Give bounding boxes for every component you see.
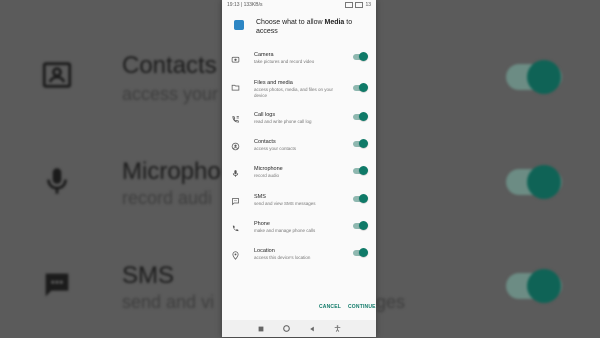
triangle-back-icon [309, 326, 314, 331]
location-icon [232, 251, 239, 260]
bg-subtitle-fragment: ges [376, 292, 406, 312]
permission-desc: access your contacts [254, 146, 297, 151]
permission-name: Phone [254, 221, 270, 227]
status-time: 19:13 [227, 2, 240, 8]
toggle-knob [359, 248, 368, 257]
status-time-speed: 19:13 | 133KB/s [227, 2, 263, 8]
status-speed: 133KB/s [243, 2, 263, 8]
wifi-icon [355, 2, 364, 8]
permission-desc: access photos, media, and files on your … [254, 87, 334, 98]
toggle-knob [359, 52, 368, 61]
signal-icon [345, 2, 354, 8]
bg-subtitle: access your [122, 84, 219, 104]
permission-name: Camera [254, 52, 274, 58]
permission-desc: make and manage phone calls [254, 228, 316, 233]
bg-subtitle: record audi [122, 188, 213, 208]
contacts-icon [42, 62, 72, 88]
permission-row-phone[interactable]: Phone make and manage phone calls [222, 221, 376, 248]
battery-level: 13 [365, 2, 371, 8]
phone-icon [232, 225, 239, 232]
permission-name: Call logs [254, 112, 276, 118]
sms-icon [45, 273, 69, 297]
phone-screen: 19:13 | 133KB/s 13 Choose what to allow … [222, 0, 376, 337]
bg-toggle-knob [527, 269, 561, 303]
toggle-knob [359, 139, 368, 148]
recents-button[interactable] [257, 325, 265, 333]
back-button[interactable] [308, 325, 316, 333]
permission-name: Microphone [254, 166, 283, 172]
microphone-icon [47, 168, 67, 194]
bg-title: Contacts [122, 52, 217, 79]
dialog-title-prefix: Choose what to allow [256, 19, 325, 26]
dialog-title: Choose what to allow Media to access [256, 18, 368, 36]
permission-name: Contacts [254, 139, 276, 145]
bg-title: SMS [122, 262, 175, 289]
camera-icon [231, 56, 240, 63]
toggle-knob [359, 221, 368, 230]
contacts-icon [231, 142, 240, 151]
toggle-knob [359, 112, 368, 121]
accessibility-icon [334, 325, 341, 332]
toggle-knob [359, 83, 368, 92]
square-icon [258, 326, 264, 331]
cancel-button[interactable]: CANCEL [319, 304, 341, 310]
dialog-app-name: Media [324, 19, 345, 26]
permission-desc: read and write phone call log [254, 119, 312, 124]
permission-desc: record audio [254, 173, 280, 178]
permission-row-camera[interactable]: Camera take pictures and record video [222, 52, 376, 79]
continue-button[interactable]: CONTINUE [348, 304, 376, 310]
app-icon [234, 20, 244, 30]
toggle-knob [359, 166, 368, 175]
bg-toggle-knob [527, 60, 561, 94]
home-button[interactable] [282, 325, 290, 333]
permission-row-location[interactable]: Location access this device's location [222, 248, 376, 275]
permission-row-contacts[interactable]: Contacts access your contacts [222, 139, 376, 166]
permission-row-microphone[interactable]: Microphone record audio [222, 166, 376, 193]
permission-name: Files and media [254, 80, 293, 86]
call-log-icon [232, 116, 239, 123]
permission-name: Location [254, 248, 275, 254]
permission-name: SMS [254, 194, 266, 200]
sms-icon [232, 198, 239, 206]
bg-toggle-knob [527, 165, 561, 199]
bg-title: Micropho [122, 158, 221, 185]
permission-desc: access this device's location [254, 255, 311, 260]
accessibility-button[interactable] [333, 325, 341, 333]
circle-icon [282, 325, 290, 332]
permission-row-sms[interactable]: SMS send and view SMS messages [222, 194, 376, 221]
bg-subtitle: send and vi [122, 292, 215, 312]
navigation-bar [222, 320, 376, 337]
permission-row-files[interactable]: Files and media access photos, media, an… [222, 80, 376, 107]
toggle-knob [359, 194, 368, 203]
microphone-icon [232, 170, 239, 177]
status-icons: 13 [345, 2, 371, 8]
status-bar: 19:13 | 133KB/s 13 [222, 0, 376, 10]
permission-row-call-logs[interactable]: Call logs read and write phone call log [222, 112, 376, 139]
folder-icon [231, 84, 240, 91]
permission-desc: take pictures and record video [254, 59, 315, 64]
permission-desc: send and view SMS messages [254, 201, 316, 206]
